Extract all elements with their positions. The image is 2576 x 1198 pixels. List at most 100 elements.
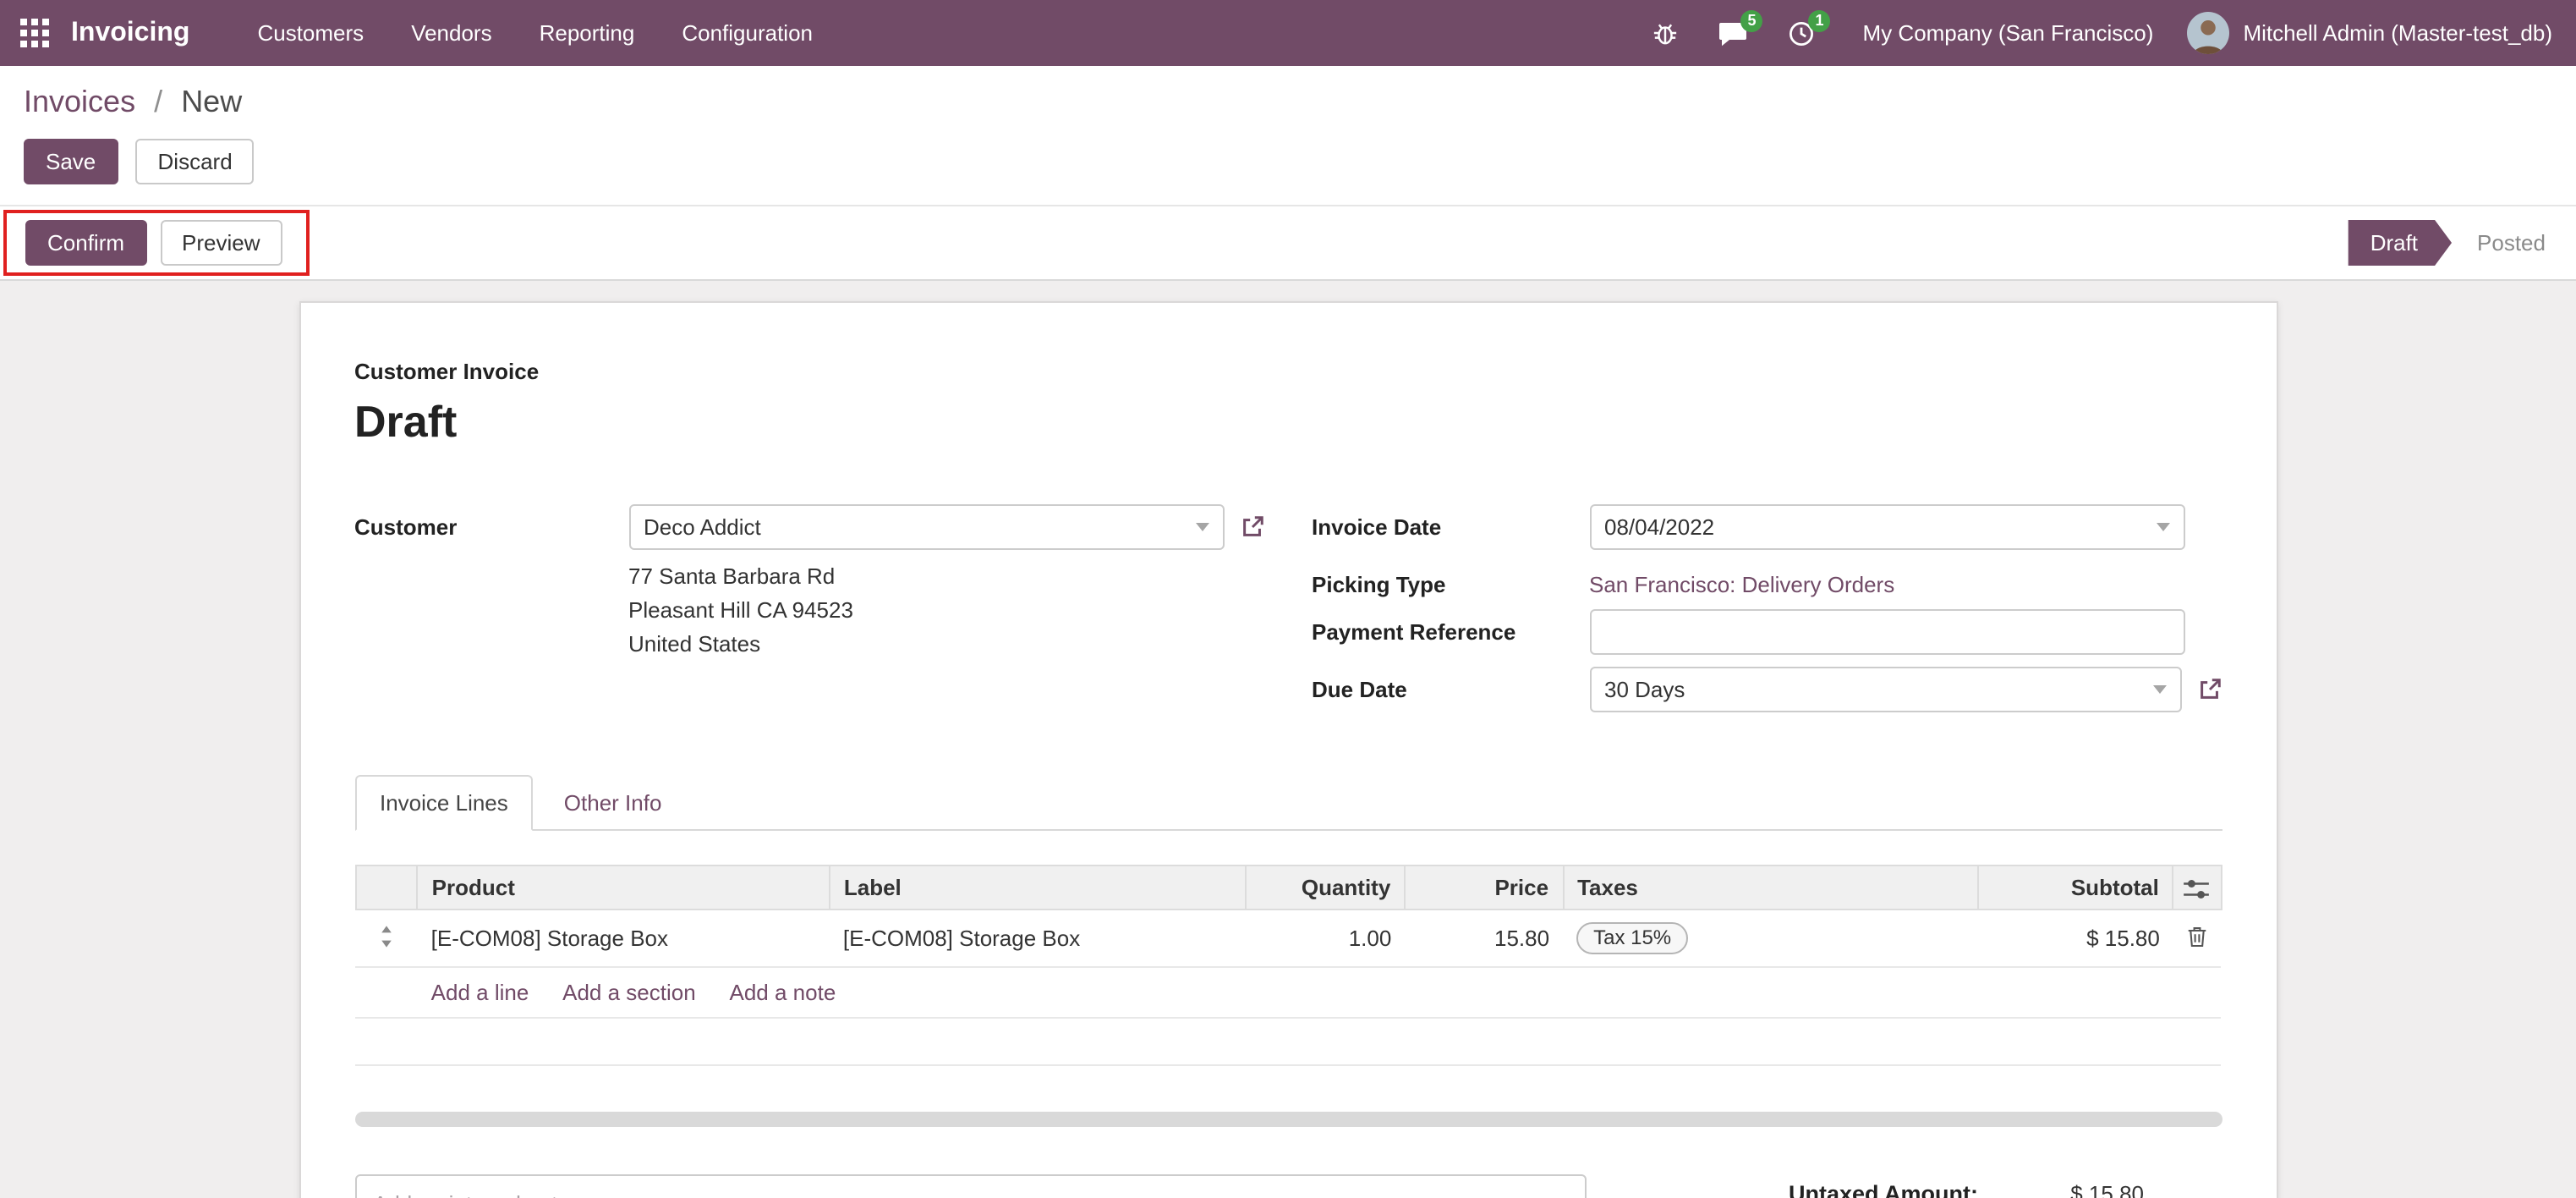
customer-address: 77 Santa Barbara Rd Pleasant Hill CA 945…	[628, 560, 1264, 662]
customer-value: Deco Addict	[644, 514, 761, 540]
activities-clock-icon[interactable]: 1	[1789, 9, 1831, 47]
menu-configuration[interactable]: Configuration	[658, 0, 836, 66]
picking-type-link[interactable]: San Francisco: Delivery Orders	[1589, 562, 2222, 597]
address-country: United States	[628, 631, 761, 657]
annotation-highlight: Confirm Preview	[3, 210, 310, 276]
control-panel: Invoices / New Save Discard	[0, 66, 2576, 205]
untaxed-amount-row: Untaxed Amount: $ 15.80	[1789, 1181, 2144, 1198]
invoice-date-label: Invoice Date	[1312, 514, 1442, 540]
line-product-cell[interactable]: [E-COM08] Storage Box	[417, 909, 830, 969]
tab-other-info[interactable]: Other Info	[540, 777, 686, 829]
subtotal-column-header: Subtotal	[1977, 864, 2174, 911]
invoice-form-sheet: Customer Invoice Draft Customer Deco Add…	[299, 301, 2277, 1198]
payment-reference-input[interactable]	[1589, 609, 2184, 655]
quantity-column-header: Quantity	[1244, 864, 1406, 911]
apps-grid-icon[interactable]	[20, 19, 49, 47]
due-date-external-link-icon[interactable]	[2196, 677, 2222, 702]
picking-type-row: Picking Type San Francisco: Delivery Ord…	[1312, 562, 2222, 597]
product-column-header: Product	[416, 864, 830, 911]
add-a-line-link[interactable]: Add a line	[431, 980, 529, 1005]
payment-reference-row: Payment Reference	[1312, 609, 2222, 655]
invoice-date-field[interactable]: 08/04/2022	[1589, 504, 2184, 550]
customer-label: Customer	[354, 514, 458, 540]
status-posted[interactable]: Posted	[2452, 220, 2552, 266]
add-links-row: Add a line Add a section Add a note	[355, 967, 2221, 1019]
address-street: 77 Santa Barbara Rd	[628, 563, 836, 589]
line-price-cell[interactable]: 15.80	[1405, 909, 1564, 969]
content-area: Customer Invoice Draft Customer Deco Add…	[0, 281, 2576, 1198]
handle-column-header	[354, 864, 419, 911]
tab-invoice-lines[interactable]: Invoice Lines	[354, 775, 534, 831]
confirm-button[interactable]: Confirm	[25, 220, 147, 266]
invoice-line-row: [E-COM08] Storage Box [E-COM08] Storage …	[355, 909, 2221, 969]
chevron-down-icon	[1195, 523, 1209, 531]
statusbar-row: Confirm Preview Draft Posted	[0, 205, 2576, 281]
label-column-header: Label	[828, 864, 1246, 911]
user-menu[interactable]: Mitchell Admin (Master-test_db)	[2243, 20, 2552, 46]
field-grid: Customer Deco Addict 77 Santa Barbara Rd…	[354, 504, 2222, 724]
line-subtotal-cell: $ 15.80	[1978, 909, 2173, 969]
discard-button[interactable]: Discard	[135, 139, 255, 184]
payment-reference-label: Payment Reference	[1312, 619, 1516, 645]
document-type-label: Customer Invoice	[354, 359, 540, 384]
activities-badge: 1	[1808, 9, 1831, 31]
horizontal-scrollbar[interactable]	[354, 1112, 2222, 1128]
invoice-state-title: Draft	[354, 396, 458, 447]
save-button[interactable]: Save	[24, 139, 118, 184]
statusbar: Draft Posted	[2349, 220, 2552, 266]
company-switcher[interactable]: My Company (San Francisco)	[1863, 20, 2154, 46]
messages-icon[interactable]: 5	[1719, 9, 1763, 47]
invoice-date-row: Invoice Date 08/04/2022	[1312, 504, 2222, 550]
address-city: Pleasant Hill CA 94523	[628, 597, 853, 623]
due-date-row: Due Date 30 Days	[1312, 667, 2222, 712]
notebook-tabs: Invoice Lines Other Info	[354, 775, 2222, 831]
price-column-header: Price	[1404, 864, 1565, 911]
messages-badge: 5	[1740, 9, 1763, 31]
topbar: Invoicing Customers Vendors Reporting Co…	[0, 0, 2576, 66]
empty-table-row	[355, 1018, 2221, 1067]
menu-reporting[interactable]: Reporting	[516, 0, 659, 66]
breadcrumb: Invoices / New	[24, 85, 2552, 120]
delete-line-icon[interactable]	[2187, 924, 2207, 948]
bottom-section: Untaxed Amount: $ 15.80 Tax 15%	[354, 1174, 2222, 1198]
menu-vendors[interactable]: Vendors	[387, 0, 515, 66]
line-label-cell[interactable]: [E-COM08] Storage Box	[829, 909, 1245, 969]
breadcrumb-invoices-link[interactable]: Invoices	[24, 85, 135, 118]
customer-field-row: Customer Deco Addict 77 Santa Barbara Rd…	[354, 504, 1264, 662]
line-taxes-cell: Tax 15%	[1563, 909, 1979, 969]
tax-tag[interactable]: Tax 15%	[1576, 922, 1689, 955]
page: Invoicing Customers Vendors Reporting Co…	[0, 0, 2576, 1198]
field-column-left: Customer Deco Addict 77 Santa Barbara Rd…	[354, 504, 1264, 724]
breadcrumb-current: New	[181, 85, 243, 118]
customer-select[interactable]: Deco Addict	[628, 504, 1224, 550]
picking-type-label: Picking Type	[1312, 572, 1446, 597]
table-header-row: Product Label Quantity Price Taxes Subto…	[354, 864, 2222, 911]
app-name[interactable]: Invoicing	[71, 18, 189, 48]
internal-note-input[interactable]	[354, 1174, 1586, 1198]
taxes-column-header: Taxes	[1562, 864, 1980, 911]
user-avatar[interactable]	[2187, 12, 2230, 54]
topbar-right: 5 1 My Company (San Francisco) Mitchell …	[1653, 9, 2552, 54]
customer-external-link-icon[interactable]	[1239, 514, 1264, 540]
drag-handle-icon[interactable]	[355, 909, 418, 969]
invoice-lines-table: Product Label Quantity Price Taxes Subto…	[354, 864, 2222, 1067]
control-panel-buttons: Save Discard	[24, 139, 2552, 184]
breadcrumb-separator: /	[154, 85, 163, 118]
untaxed-amount-label: Untaxed Amount:	[1789, 1181, 1978, 1198]
add-a-section-link[interactable]: Add a section	[562, 980, 696, 1005]
preview-button[interactable]: Preview	[160, 220, 282, 266]
menu-customers[interactable]: Customers	[233, 0, 387, 66]
chevron-down-icon	[2152, 685, 2166, 694]
due-date-label: Due Date	[1312, 677, 1407, 702]
add-a-note-link[interactable]: Add a note	[730, 980, 836, 1005]
due-date-value: 30 Days	[1604, 677, 1685, 702]
status-draft[interactable]: Draft	[2349, 220, 2452, 266]
top-menu-bar: Customers Vendors Reporting Configuratio…	[233, 0, 836, 66]
totals-panel: Untaxed Amount: $ 15.80 Tax 15%	[1789, 1181, 2144, 1198]
debug-bug-icon[interactable]	[1653, 20, 1679, 46]
due-date-select[interactable]: 30 Days	[1589, 667, 2181, 712]
chevron-down-icon	[2156, 523, 2169, 531]
field-column-right: Invoice Date 08/04/2022 Picking Type San…	[1312, 504, 2222, 724]
optional-columns-icon[interactable]	[2184, 878, 2210, 900]
line-quantity-cell[interactable]: 1.00	[1245, 909, 1406, 969]
